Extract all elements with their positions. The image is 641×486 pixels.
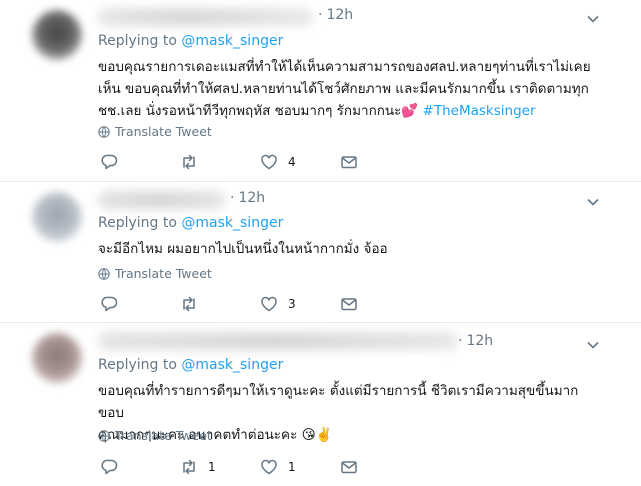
retweet-button[interactable] bbox=[180, 294, 214, 314]
retweet-button[interactable]: 1 bbox=[180, 457, 216, 477]
chevron-down-icon[interactable] bbox=[585, 194, 601, 210]
replying-to: Replying to @mask_singer bbox=[98, 33, 284, 49]
like-button[interactable]: 1 bbox=[260, 457, 296, 477]
retweet-icon bbox=[183, 296, 195, 312]
replying-handle-link[interactable]: @mask_singer bbox=[181, 357, 283, 373]
heart-icon bbox=[261, 296, 277, 312]
tweet-2[interactable]: · 12h Replying to @mask_singer จะมีอีกไหม… bbox=[0, 182, 641, 322]
translate-tweet-link[interactable]: Translate Tweet bbox=[98, 124, 212, 139]
emoji-kiss-victory: 😘✌️ bbox=[301, 427, 333, 443]
tweet-actions: 1 1 bbox=[101, 457, 371, 477]
tweet-text: จะมีอีกไหม ผมอยากไปเป็นหนึ่งในหน้ากากมั่… bbox=[98, 241, 388, 257]
direct-message-button[interactable] bbox=[340, 294, 358, 314]
replying-to: Replying to @mask_singer bbox=[98, 357, 284, 373]
reply-icon bbox=[101, 296, 118, 312]
like-count: 3 bbox=[288, 297, 296, 311]
retweet-icon bbox=[183, 154, 195, 170]
author-name-blurred[interactable] bbox=[98, 332, 458, 350]
envelope-icon bbox=[341, 461, 357, 474]
tweet-1[interactable]: · 12h Replying to @mask_singer ขอบคุณรายก… bbox=[0, 0, 641, 181]
avatar[interactable] bbox=[32, 10, 82, 60]
replying-handle-link[interactable]: @mask_singer bbox=[181, 33, 283, 49]
reply-button[interactable] bbox=[101, 152, 135, 172]
chevron-down-icon[interactable] bbox=[585, 11, 601, 27]
translate-tweet-link[interactable]: Translate Tweet bbox=[98, 266, 212, 281]
reply-button[interactable] bbox=[101, 457, 135, 477]
timestamp[interactable]: · 12h bbox=[458, 333, 493, 349]
emoji-two-hearts: 💕 bbox=[401, 103, 419, 119]
chevron-down-icon[interactable] bbox=[585, 337, 601, 353]
retweet-icon bbox=[183, 459, 195, 475]
author-name-blurred[interactable] bbox=[98, 8, 313, 26]
tweet-text: ขอบคุณรายการเดอะแมสที่ทำให้ได้เห็นความสา… bbox=[98, 59, 591, 119]
tweet-actions: 4 bbox=[101, 152, 371, 172]
translate-tweet-link[interactable]: Translate Tweet bbox=[98, 428, 212, 443]
like-button[interactable]: 3 bbox=[260, 294, 296, 314]
avatar[interactable] bbox=[32, 333, 82, 383]
reply-button[interactable] bbox=[101, 294, 135, 314]
like-count: 4 bbox=[288, 155, 296, 169]
heart-icon bbox=[261, 459, 277, 475]
timestamp[interactable]: · 12h bbox=[230, 190, 265, 206]
globe-icon bbox=[98, 429, 110, 442]
like-count: 1 bbox=[288, 460, 296, 474]
tweet-3[interactable]: · 12h Replying to @mask_singer ขอบคุณที่ท… bbox=[0, 323, 641, 486]
direct-message-button[interactable] bbox=[340, 152, 358, 172]
hashtag-link[interactable]: #TheMasksinger bbox=[423, 103, 536, 119]
tweet-actions: 3 bbox=[101, 294, 371, 314]
direct-message-button[interactable] bbox=[340, 457, 358, 477]
replying-handle-link[interactable]: @mask_singer bbox=[181, 215, 283, 231]
envelope-icon bbox=[341, 298, 357, 311]
globe-icon bbox=[98, 125, 110, 138]
replying-to: Replying to @mask_singer bbox=[98, 215, 284, 231]
avatar[interactable] bbox=[32, 192, 82, 242]
timestamp[interactable]: · 12h bbox=[318, 7, 353, 23]
author-name-blurred[interactable] bbox=[98, 191, 226, 209]
retweet-count: 1 bbox=[208, 460, 216, 474]
like-button[interactable]: 4 bbox=[260, 152, 296, 172]
heart-icon bbox=[261, 154, 277, 170]
envelope-icon bbox=[341, 156, 357, 169]
reply-icon bbox=[101, 154, 118, 170]
reply-icon bbox=[101, 459, 118, 475]
globe-icon bbox=[98, 267, 110, 280]
retweet-button[interactable] bbox=[180, 152, 214, 172]
